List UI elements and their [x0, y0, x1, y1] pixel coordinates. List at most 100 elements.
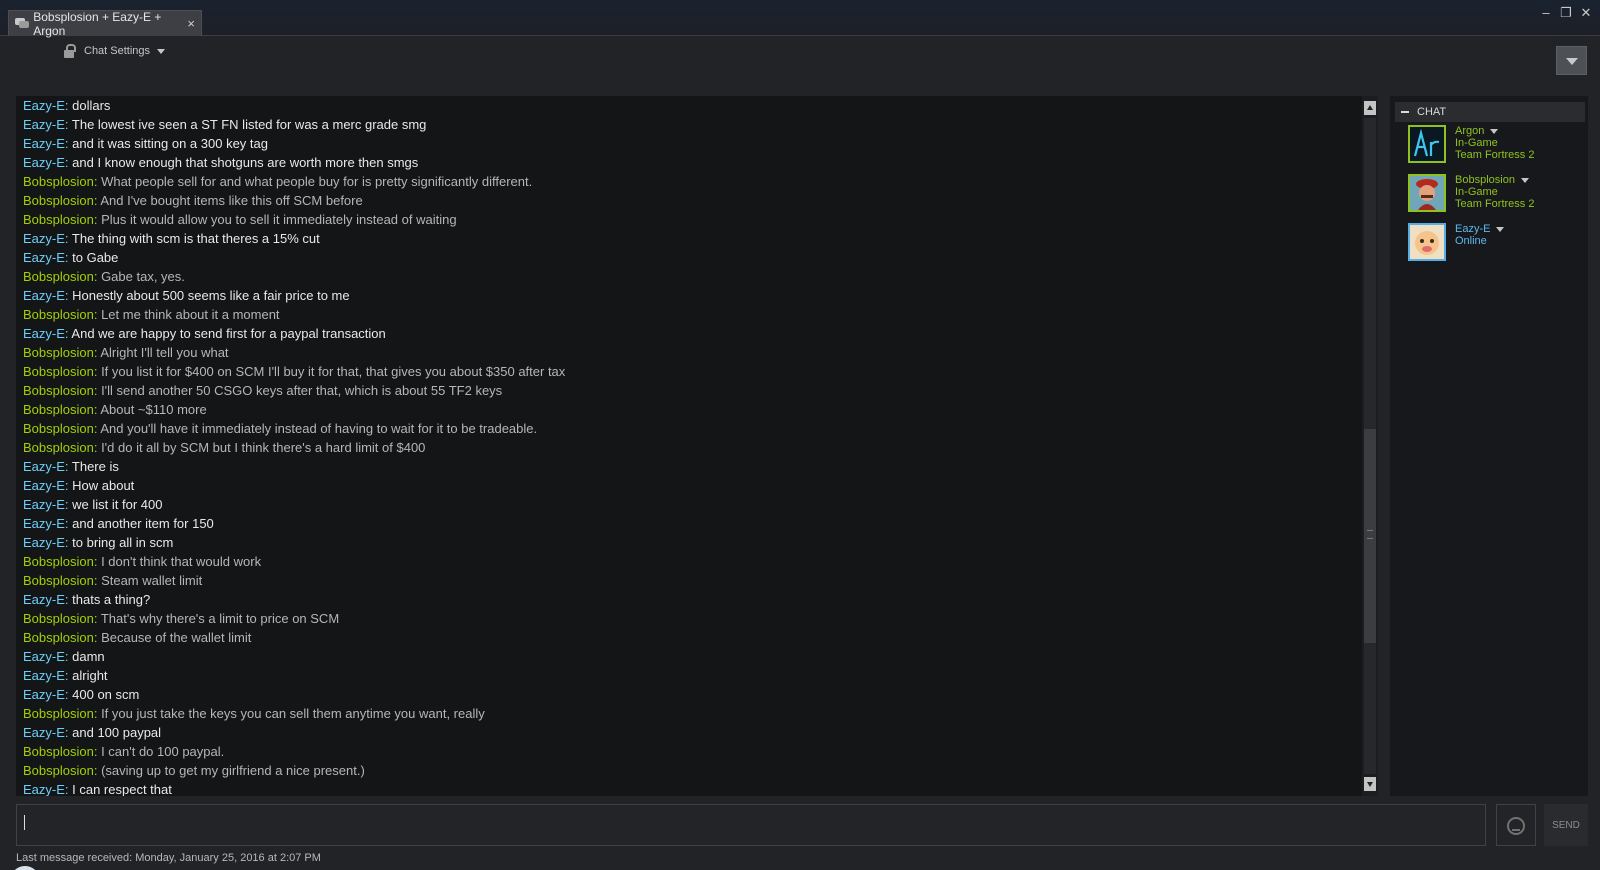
- message-text: I'd do it all by SCM but I think there's…: [101, 440, 426, 455]
- message-sender[interactable]: Bobsplosion: [23, 744, 94, 759]
- message-sender[interactable]: Eazy-E: [23, 668, 65, 683]
- send-button[interactable]: SEND: [1544, 804, 1588, 846]
- chat-message: Bobsplosion: I don't think that would wo…: [23, 552, 1363, 571]
- window-titlebar: Bobsplosion + Eazy-E + Argon × – ❐ ✕: [0, 0, 1600, 38]
- message-sender[interactable]: Bobsplosion: [23, 402, 94, 417]
- chat-message: Bobsplosion: Because of the wallet limit: [23, 628, 1363, 647]
- chat-tab-title: Bobsplosion + Eazy-E + Argon: [33, 9, 162, 38]
- member-eazy-e[interactable]: Eazy-E Online: [1408, 223, 1584, 263]
- sender-separator: :: [64, 117, 72, 132]
- message-sender[interactable]: Bobsplosion: [23, 554, 94, 569]
- message-text: Alright I'll tell you what: [100, 345, 229, 360]
- chat-settings-label: Chat Settings: [84, 45, 151, 57]
- message-input[interactable]: [16, 804, 1486, 846]
- message-sender[interactable]: Bobsplosion: [23, 364, 94, 379]
- chat-message: Eazy-E: There is: [23, 457, 1363, 476]
- chat-scrollbar[interactable]: [1362, 96, 1378, 796]
- chat-message: Bobsplosion: If you just take the keys y…: [23, 704, 1363, 723]
- chat-message: Bobsplosion: Plus it would allow you to …: [23, 210, 1363, 229]
- chat-settings-button[interactable]: Chat Settings: [64, 44, 166, 58]
- message-text: About ~$110 more: [100, 402, 207, 417]
- message-text: and 100 paypal: [72, 725, 162, 740]
- message-sender[interactable]: Bobsplosion: [23, 573, 94, 588]
- message-sender[interactable]: Eazy-E: [23, 592, 65, 607]
- message-sender[interactable]: Bobsplosion: [23, 763, 94, 778]
- message-sender[interactable]: Eazy-E: [23, 687, 65, 702]
- chat-message: Eazy-E: to bring all in scm: [23, 533, 1363, 552]
- panel-dropdown-button[interactable]: [1556, 46, 1587, 75]
- message-sender[interactable]: Eazy-E: [23, 782, 65, 796]
- message-sender[interactable]: Bobsplosion: [23, 174, 94, 189]
- message-sender[interactable]: Bobsplosion: [23, 440, 94, 455]
- message-sender[interactable]: Eazy-E: [23, 231, 65, 246]
- message-text: and another item for 150: [72, 516, 214, 531]
- emoticon-button[interactable]: [1496, 804, 1536, 846]
- message-sender[interactable]: Bobsplosion: [23, 383, 94, 398]
- message-sender[interactable]: Bobsplosion: [23, 193, 94, 208]
- message-sender[interactable]: Eazy-E: [23, 288, 65, 303]
- tab-close-icon[interactable]: ×: [187, 16, 195, 31]
- members-header[interactable]: CHAT: [1395, 102, 1585, 122]
- member-game: Team Fortress 2: [1455, 149, 1535, 161]
- message-sender[interactable]: Eazy-E: [23, 250, 65, 265]
- scroll-down-icon[interactable]: [1364, 777, 1376, 791]
- message-text: If you list it for $400 on SCM I'll buy …: [101, 364, 566, 379]
- message-text: and it was sitting on a 300 key tag: [72, 136, 268, 151]
- chat-message: Bobsplosion: Alright I'll tell you what: [23, 343, 1363, 362]
- member-bobsplosion[interactable]: Bobsplosion In-Game Team Fortress 2: [1408, 174, 1584, 214]
- chevron-down-icon[interactable]: [1496, 226, 1505, 232]
- message-sender[interactable]: Bobsplosion: [23, 611, 94, 626]
- message-text: damn: [72, 649, 105, 664]
- eazy-e-avatar[interactable]: [1408, 223, 1446, 261]
- message-sender[interactable]: Bobsplosion: [23, 421, 94, 436]
- message-sender[interactable]: Bobsplosion: [23, 630, 94, 645]
- maximize-icon[interactable]: ❐: [1560, 5, 1572, 21]
- message-sender[interactable]: Eazy-E: [23, 725, 65, 740]
- member-argon[interactable]: Argon In-Game Team Fortress 2: [1408, 125, 1584, 165]
- message-sender[interactable]: Eazy-E: [23, 136, 65, 151]
- scroll-up-icon[interactable]: [1364, 101, 1376, 115]
- message-text: I can't do 100 paypal.: [101, 744, 225, 759]
- message-sender[interactable]: Eazy-E: [23, 535, 65, 550]
- sender-separator: :: [64, 459, 72, 474]
- message-sender[interactable]: Eazy-E: [23, 155, 65, 170]
- message-text: I can respect that: [72, 782, 172, 796]
- chat-message: Bobsplosion: (saving up to get my girlfr…: [23, 761, 1363, 780]
- chevron-down-icon[interactable]: [1490, 128, 1499, 134]
- message-sender[interactable]: Eazy-E: [23, 497, 65, 512]
- message-sender[interactable]: Eazy-E: [23, 649, 65, 664]
- message-sender[interactable]: Eazy-E: [23, 459, 65, 474]
- message-text: thats a thing?: [72, 592, 151, 607]
- message-sender[interactable]: Bobsplosion: [23, 307, 94, 322]
- message-text: And you'll have it immediately instead o…: [100, 421, 538, 436]
- minimize-icon[interactable]: –: [1540, 5, 1552, 21]
- chat-message: Bobsplosion: Let me think about it a mom…: [23, 305, 1363, 324]
- scroll-thumb[interactable]: [1364, 429, 1376, 643]
- message-sender[interactable]: Bobsplosion: [23, 345, 94, 360]
- argon-avatar[interactable]: [1408, 125, 1446, 163]
- bobsplosion-avatar[interactable]: [1408, 174, 1446, 212]
- message-sender[interactable]: Bobsplosion: [23, 706, 94, 721]
- message-sender[interactable]: Eazy-E: [23, 478, 65, 493]
- close-icon[interactable]: ✕: [1580, 5, 1592, 21]
- message-sender[interactable]: Eazy-E: [23, 516, 65, 531]
- message-text: How about: [72, 478, 135, 493]
- message-sender[interactable]: Eazy-E: [23, 326, 65, 341]
- chat-message: Eazy-E: we list it for 400: [23, 495, 1363, 514]
- message-text: I'll send another 50 CSGO keys after tha…: [101, 383, 503, 398]
- sender-separator: :: [64, 231, 72, 246]
- message-sender[interactable]: Eazy-E: [23, 117, 65, 132]
- message-list: Eazy-E: dollars Eazy-E: The lowest ive se…: [23, 96, 1363, 796]
- message-sender[interactable]: Bobsplosion: [23, 269, 94, 284]
- chat-message: Eazy-E: and another item for 150: [23, 514, 1363, 533]
- message-sender[interactable]: Eazy-E: [23, 98, 65, 113]
- chevron-down-icon[interactable]: [1520, 177, 1529, 183]
- sender-separator: :: [93, 573, 102, 588]
- chat-message: Eazy-E: and I know enough that shotguns …: [23, 153, 1363, 172]
- chat-message: Eazy-E: And we are happy to send first f…: [23, 324, 1363, 343]
- chat-tab[interactable]: Bobsplosion + Eazy-E + Argon ×: [8, 9, 202, 38]
- message-sender[interactable]: Bobsplosion: [23, 212, 94, 227]
- emoticon-icon: [1507, 817, 1525, 835]
- sender-separator: :: [93, 763, 102, 778]
- sender-separator: :: [93, 630, 102, 645]
